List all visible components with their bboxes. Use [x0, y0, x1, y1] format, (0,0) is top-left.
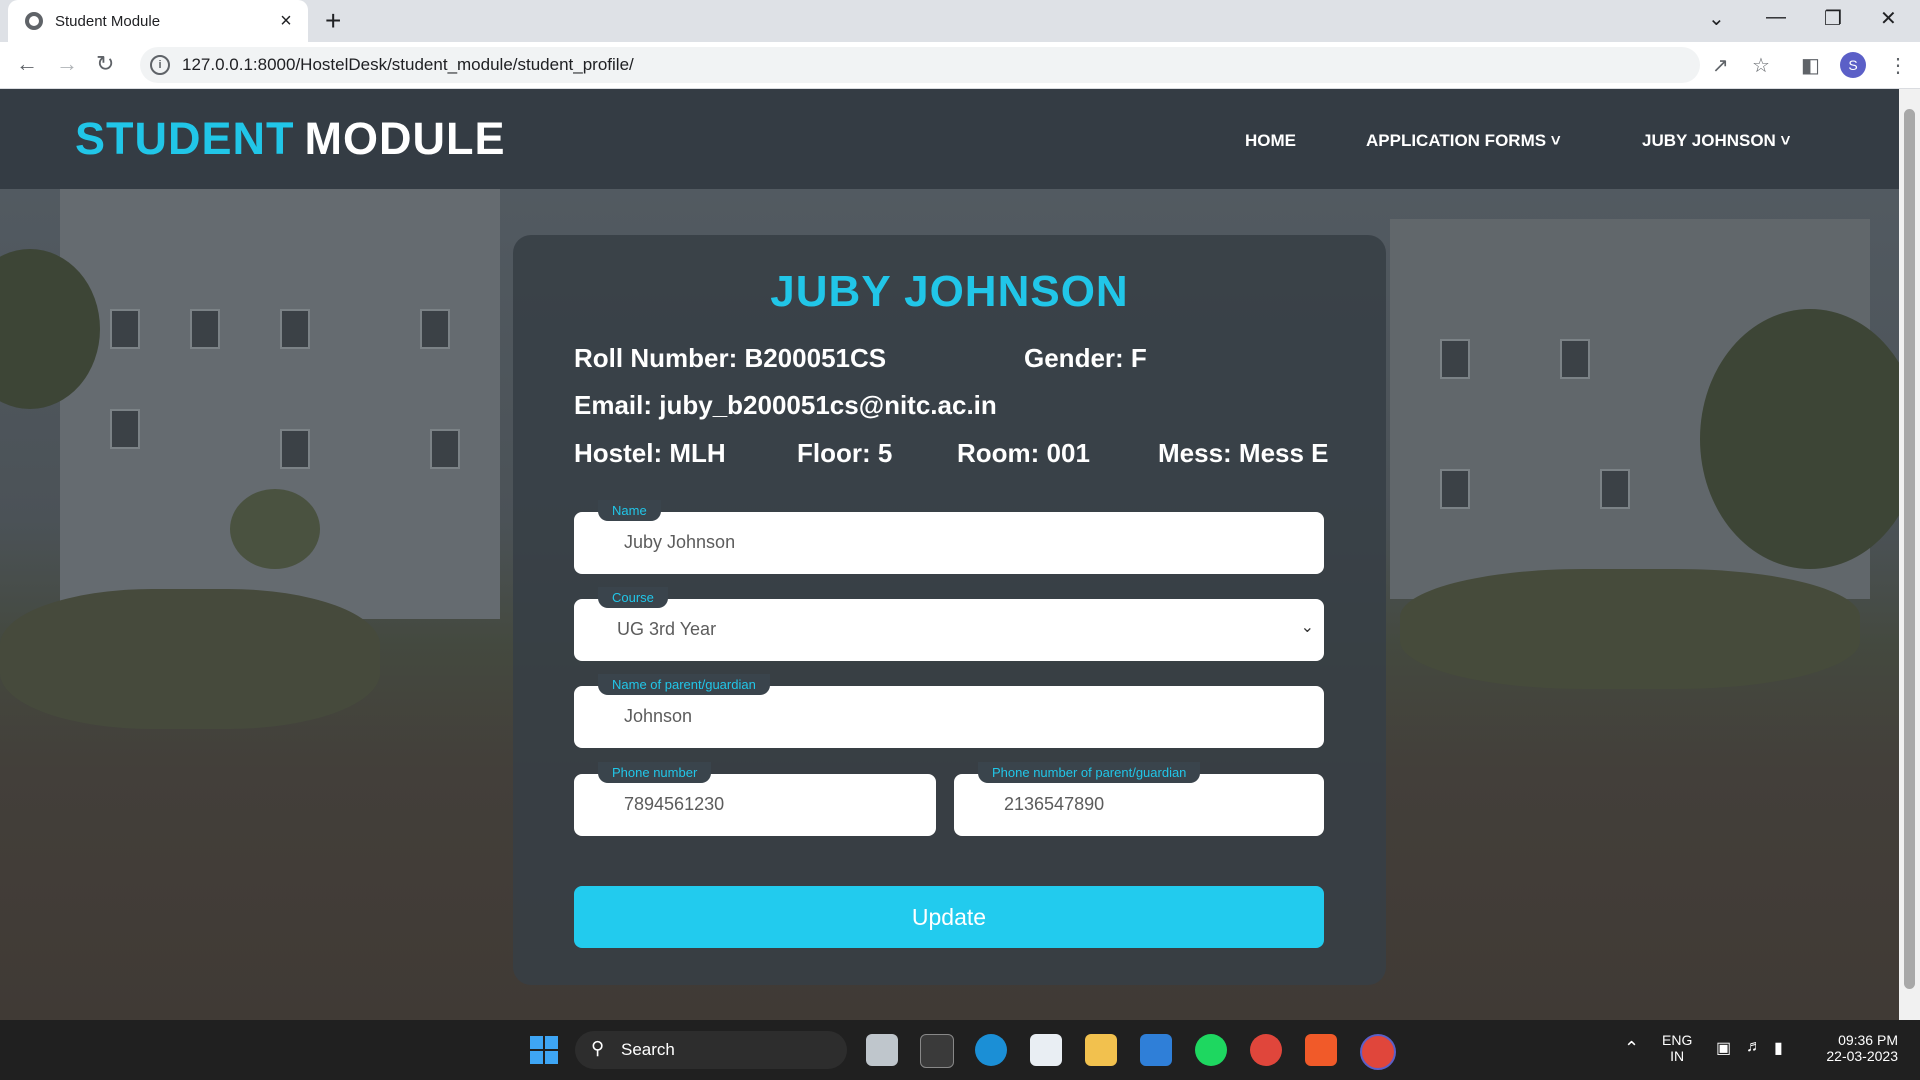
new-tab-icon[interactable]: + [325, 6, 341, 36]
floor: Floor: 5 [797, 438, 893, 468]
room: Room: 001 [957, 438, 1090, 468]
taskbar: ⚲ Search ⌃ ENG IN ▣ ♬ ▮ 09:36 PM 22-03-2… [0, 1020, 1920, 1080]
brand-logo[interactable]: STUDENT MODULE [75, 113, 506, 165]
restore-icon[interactable]: ❐ [1824, 6, 1842, 31]
parent-phone-field[interactable]: Phone number of parent/guardian 21365478… [954, 762, 1324, 836]
volume-icon[interactable]: ♬ [1746, 1038, 1762, 1056]
parent-phone-label: Phone number of parent/guardian [978, 762, 1201, 783]
address-bar[interactable]: i 127.0.0.1:8000/HostelDesk/student_modu… [140, 47, 1700, 83]
reload-icon[interactable]: ↻ [96, 51, 114, 77]
parent-phone-value: 2136547890 [1004, 794, 1105, 814]
brand-part-1: STUDENT [75, 113, 295, 164]
back-icon[interactable]: ← [16, 51, 38, 77]
language-indicator[interactable]: ENG IN [1662, 1032, 1692, 1064]
course-select[interactable]: Course UG 3rd Year ⌄ [574, 587, 1324, 661]
nav-application-forms[interactable]: APPLICATION FORMS ˅ [1366, 131, 1561, 151]
forward-icon[interactable]: → [56, 51, 78, 77]
task-view-icon[interactable] [866, 1034, 898, 1066]
minimize-icon[interactable]: — [1766, 6, 1786, 29]
region-code: IN [1670, 1048, 1685, 1064]
time: 09:36 PM [1838, 1032, 1898, 1048]
page-viewport: STUDENT MODULE HOME APPLICATION FORMS ˅ J… [0, 89, 1899, 1020]
profile-card: JUBY JOHNSON Roll Number: B200051CS Gend… [513, 235, 1386, 985]
clock[interactable]: 09:36 PM 22-03-2023 [1812, 1032, 1898, 1064]
menu-icon[interactable]: ⋮ [1888, 53, 1908, 78]
brand-part-2: MODULE [304, 113, 506, 164]
tab-title: Student Module [55, 12, 161, 30]
site-header: STUDENT MODULE HOME APPLICATION FORMS ˅ J… [0, 89, 1899, 189]
name-label: Name [598, 500, 661, 521]
phone-value: 7894561230 [624, 794, 725, 814]
taskbar-search[interactable]: ⚲ Search [575, 1031, 847, 1069]
star-icon[interactable]: ☆ [1752, 53, 1770, 78]
tab-search-icon[interactable]: ⌄ [1708, 6, 1725, 31]
nav-home[interactable]: HOME [1245, 131, 1296, 151]
course-label: Course [598, 587, 668, 608]
taskbar-search-text: Search [621, 1040, 675, 1059]
scroll-thumb[interactable] [1904, 109, 1915, 989]
email: Email: juby_b200051cs@nitc.ac.in [574, 390, 997, 420]
language-code: ENG [1662, 1032, 1693, 1048]
share-icon[interactable]: ↗ [1712, 53, 1729, 78]
search-icon: ⚲ [591, 1038, 605, 1058]
mail-icon[interactable] [1140, 1034, 1172, 1066]
profile-avatar[interactable]: S [1840, 52, 1866, 78]
chrome-profile-icon[interactable] [1360, 1034, 1396, 1070]
nav-user-menu[interactable]: JUBY JOHNSON ˅ [1642, 131, 1790, 151]
phone-field[interactable]: Phone number 7894561230 [574, 762, 936, 836]
battery-icon[interactable]: ▮ [1774, 1038, 1783, 1058]
date: 22-03-2023 [1826, 1048, 1898, 1064]
browser-toolbar: ← → ↻ i 127.0.0.1:8000/HostelDesk/studen… [0, 42, 1920, 89]
store-icon[interactable] [1030, 1034, 1062, 1066]
brave-icon[interactable] [1305, 1034, 1337, 1066]
course-value: UG 3rd Year [617, 619, 717, 639]
update-button[interactable]: Update [574, 886, 1324, 948]
side-panel-icon[interactable]: ◧ [1801, 53, 1820, 78]
chrome-icon[interactable] [1250, 1034, 1282, 1066]
mess: Mess: Mess E [1158, 438, 1329, 468]
parent-name-label: Name of parent/guardian [598, 674, 770, 695]
file-explorer-icon[interactable] [1085, 1034, 1117, 1066]
show-hidden-icons[interactable]: ⌃ [1624, 1038, 1639, 1059]
browser-tab[interactable]: Student Module × [8, 0, 308, 42]
close-window-icon[interactable]: ✕ [1880, 6, 1897, 31]
name-field[interactable]: Name Juby Johnson [574, 500, 1324, 574]
gender: Gender: F [1024, 343, 1147, 373]
globe-icon [25, 12, 43, 30]
student-name-heading: JUBY JOHNSON [770, 267, 1129, 316]
name-value: Juby Johnson [624, 532, 736, 552]
scrollbar[interactable] [1899, 89, 1920, 1020]
chevron-down-icon: ⌄ [1300, 619, 1314, 636]
phone-label: Phone number [598, 762, 712, 783]
windows-start-icon[interactable] [530, 1036, 558, 1064]
game-app-icon[interactable] [920, 1034, 954, 1068]
edge-icon[interactable] [975, 1034, 1007, 1066]
url-text: 127.0.0.1:8000/HostelDesk/student_module… [182, 55, 634, 74]
info-icon[interactable]: i [150, 55, 170, 75]
browser-tab-bar: Student Module × + ⌄ — ❐ ✕ [0, 0, 1920, 42]
hostel: Hostel: MLH [574, 438, 726, 468]
parent-name-value: Johnson [624, 706, 693, 726]
roll-number: Roll Number: B200051CS [574, 343, 887, 373]
close-icon[interactable]: × [276, 10, 296, 33]
network-icon[interactable]: ▣ [1716, 1038, 1731, 1058]
parent-name-field[interactable]: Name of parent/guardian Johnson [574, 674, 1324, 748]
spotify-icon[interactable] [1195, 1034, 1227, 1066]
